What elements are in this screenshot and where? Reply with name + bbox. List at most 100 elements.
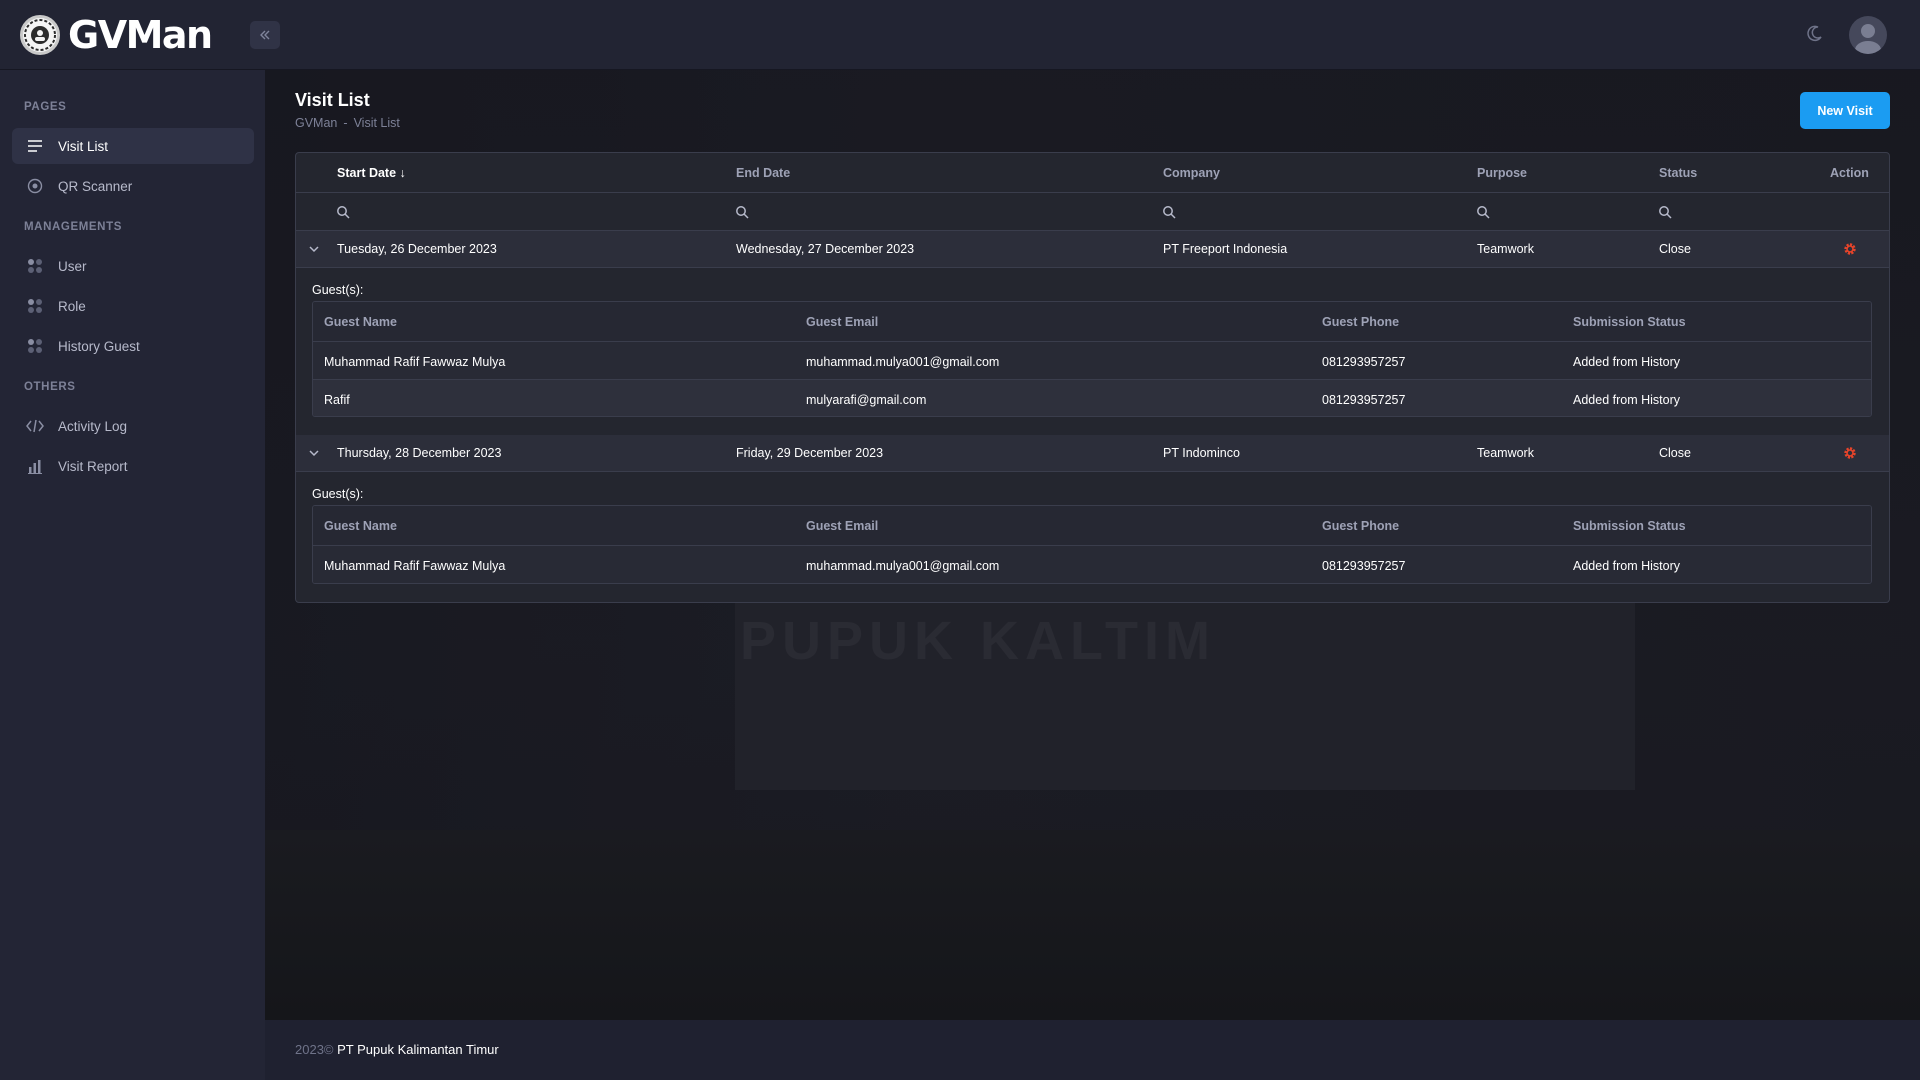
guest-submission-status: Added from History bbox=[1573, 355, 1680, 369]
sidebar-item-history-guest[interactable]: History Guest bbox=[12, 328, 254, 364]
collapse-sidebar-button[interactable] bbox=[250, 21, 280, 49]
sidebar-item-label: History Guest bbox=[58, 338, 140, 354]
table-row[interactable]: Tuesday, 26 December 2023 Wednesday, 27 … bbox=[296, 231, 1889, 268]
status-cell: Close bbox=[1659, 242, 1691, 256]
sidebar-item-label: Visit List bbox=[58, 138, 109, 154]
guest-email: mulyarafi@gmail.com bbox=[806, 393, 927, 407]
chevron-down-icon[interactable] bbox=[307, 446, 321, 460]
footer-year: 2023© bbox=[295, 1042, 334, 1057]
guest-row: Rafif mulyarafi@gmail.com 081293957257 A… bbox=[313, 379, 1871, 416]
app-name: GVMan bbox=[68, 13, 213, 57]
new-visit-button[interactable]: New Visit bbox=[1800, 92, 1890, 129]
top-bar: GVMan bbox=[0, 0, 1920, 70]
visit-table: Start Date ↓ End Date Company Purpose St… bbox=[295, 152, 1890, 603]
breadcrumb-separator: - bbox=[343, 116, 348, 130]
grid-dots-icon bbox=[26, 297, 44, 315]
sidebar-item-role[interactable]: Role bbox=[12, 288, 254, 324]
sidebar-item-activity-log[interactable]: Activity Log bbox=[12, 408, 254, 444]
sidebar-item-label: Activity Log bbox=[58, 418, 128, 434]
guests-label: Guest(s): bbox=[312, 283, 364, 297]
sidebar-item-visit-list[interactable]: Visit List bbox=[12, 128, 254, 164]
guest-submission-status: Added from History bbox=[1573, 559, 1680, 573]
guest-phone: 081293957257 bbox=[1322, 355, 1406, 369]
qr-scanner-icon bbox=[26, 177, 44, 195]
company-cell: PT Indominco bbox=[1163, 446, 1240, 460]
breadcrumb: GVMan - Visit List bbox=[295, 116, 400, 130]
guest-column-submission-status: Submission Status bbox=[1573, 519, 1686, 533]
gear-icon[interactable] bbox=[1842, 241, 1858, 257]
grid-dots-icon bbox=[26, 337, 44, 355]
sidebar-item-user[interactable]: User bbox=[12, 248, 254, 284]
user-avatar[interactable] bbox=[1849, 16, 1887, 54]
sidebar-item-qr-scanner[interactable]: QR Scanner bbox=[12, 168, 254, 204]
sidebar-section-others: OTHERS bbox=[24, 381, 76, 393]
guest-name: Muhammad Rafif Fawwaz Mulya bbox=[324, 355, 506, 369]
end-date-cell: Friday, 29 December 2023 bbox=[736, 446, 884, 460]
guest-column-email: Guest Email bbox=[806, 519, 879, 533]
purpose-cell: Teamwork bbox=[1477, 242, 1534, 256]
column-header-status[interactable]: Status bbox=[1659, 166, 1697, 180]
guest-table: Guest Name Guest Email Guest Phone Submi… bbox=[312, 505, 1872, 584]
guest-name: Muhammad Rafif Fawwaz Mulya bbox=[324, 559, 506, 573]
search-icon[interactable] bbox=[1658, 205, 1672, 219]
guest-submission-status: Added from History bbox=[1573, 393, 1680, 407]
sidebar-item-label: Role bbox=[58, 298, 86, 314]
column-header-purpose[interactable]: Purpose bbox=[1477, 166, 1527, 180]
bar-chart-icon bbox=[26, 457, 44, 475]
guest-column-name: Guest Name bbox=[324, 315, 397, 329]
guest-email: muhammad.mulya001@gmail.com bbox=[806, 355, 1000, 369]
guest-column-phone: Guest Phone bbox=[1322, 519, 1400, 533]
sidebar-item-label: User bbox=[58, 258, 87, 274]
filter-row bbox=[296, 193, 1889, 231]
table-row[interactable]: Thursday, 28 December 2023 Friday, 29 De… bbox=[296, 435, 1889, 472]
guest-email: muhammad.mulya001@gmail.com bbox=[806, 559, 1000, 573]
guest-name: Rafif bbox=[324, 393, 350, 407]
guest-phone: 081293957257 bbox=[1322, 393, 1406, 407]
guest-column-submission-status: Submission Status bbox=[1573, 315, 1686, 329]
company-cell: PT Freeport Indonesia bbox=[1163, 242, 1288, 256]
sidebar-section-managements: MANAGEMENTS bbox=[24, 221, 122, 233]
guest-table-header: Guest Name Guest Email Guest Phone Submi… bbox=[313, 506, 1871, 546]
background-trees bbox=[265, 830, 1920, 1020]
footer-company-link[interactable]: PT Pupuk Kalimantan Timur bbox=[337, 1042, 499, 1057]
guests-label: Guest(s): bbox=[312, 487, 364, 501]
list-icon bbox=[26, 137, 44, 155]
sort-arrow-down-icon: ↓ bbox=[399, 166, 406, 180]
app-logo[interactable]: GVMan bbox=[20, 13, 213, 57]
page-title: Visit List bbox=[295, 90, 370, 110]
grid-dots-icon bbox=[26, 257, 44, 275]
search-icon[interactable] bbox=[1162, 205, 1176, 219]
column-header-company[interactable]: Company bbox=[1163, 166, 1220, 180]
breadcrumb-home-link[interactable]: GVMan bbox=[295, 116, 337, 130]
search-icon[interactable] bbox=[735, 205, 749, 219]
footer-copyright: 2023© PT Pupuk Kalimantan Timur bbox=[295, 1042, 499, 1057]
column-header-action: Action bbox=[1830, 166, 1869, 180]
sidebar: PAGES Visit List QR Scanner MANAGEMENTS … bbox=[0, 70, 265, 1080]
guest-table: Guest Name Guest Email Guest Phone Submi… bbox=[312, 301, 1872, 417]
dark-mode-moon-icon[interactable] bbox=[1806, 24, 1824, 42]
column-header-end-date[interactable]: End Date bbox=[736, 166, 790, 180]
column-header-start-date[interactable]: Start Date ↓ bbox=[337, 166, 406, 180]
sidebar-item-label: QR Scanner bbox=[58, 178, 133, 194]
sidebar-section-pages: PAGES bbox=[24, 101, 67, 113]
logo-emblem-icon bbox=[20, 15, 60, 55]
guest-column-name: Guest Name bbox=[324, 519, 397, 533]
guest-row: Muhammad Rafif Fawwaz Mulya muhammad.mul… bbox=[313, 546, 1871, 583]
search-icon[interactable] bbox=[1476, 205, 1490, 219]
double-chevron-left-icon bbox=[260, 30, 270, 40]
end-date-cell: Wednesday, 27 December 2023 bbox=[736, 242, 915, 256]
guest-phone: 081293957257 bbox=[1322, 559, 1406, 573]
chevron-down-icon[interactable] bbox=[307, 242, 321, 256]
guest-column-email: Guest Email bbox=[806, 315, 879, 329]
status-cell: Close bbox=[1659, 446, 1691, 460]
guest-table-header: Guest Name Guest Email Guest Phone Submi… bbox=[313, 302, 1871, 342]
search-icon[interactable] bbox=[336, 205, 350, 219]
gear-icon[interactable] bbox=[1842, 445, 1858, 461]
footer: 2023© PT Pupuk Kalimantan Timur bbox=[265, 1020, 1920, 1080]
start-date-cell: Tuesday, 26 December 2023 bbox=[337, 242, 497, 256]
start-date-cell: Thursday, 28 December 2023 bbox=[337, 446, 502, 460]
guest-row: Muhammad Rafif Fawwaz Mulya muhammad.mul… bbox=[313, 342, 1871, 379]
background-sign-text: PUPUK KALTIM bbox=[740, 611, 1216, 671]
table-header: Start Date ↓ End Date Company Purpose St… bbox=[296, 153, 1889, 193]
sidebar-item-visit-report[interactable]: Visit Report bbox=[12, 448, 254, 484]
